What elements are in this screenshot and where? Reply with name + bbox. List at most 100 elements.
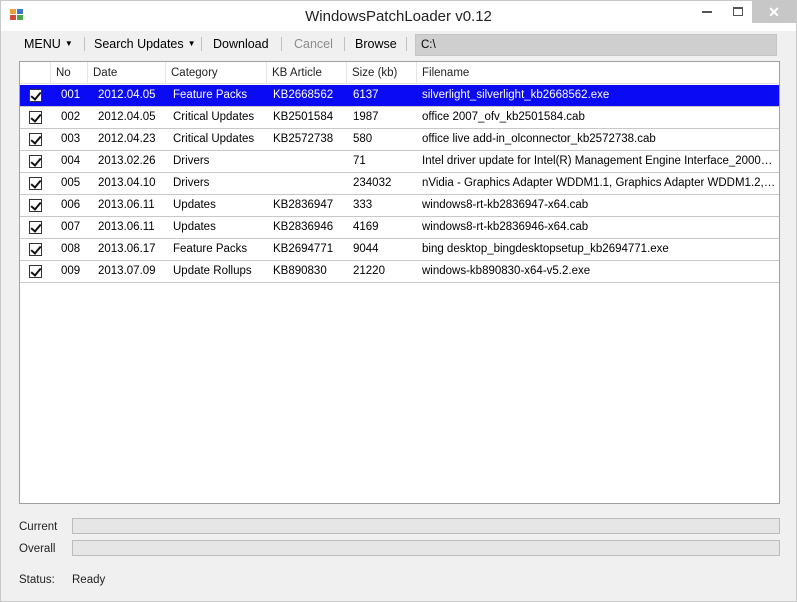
column-size[interactable]: Size (kb) [347, 62, 417, 84]
row-checkbox[interactable] [29, 265, 42, 278]
cell-kb: KB2501584 [273, 111, 334, 123]
current-label: Current [19, 521, 58, 533]
row-checkbox[interactable] [29, 111, 42, 124]
cell-no: 004 [61, 155, 81, 167]
path-field[interactable]: C:\ [415, 34, 777, 56]
cell-size: 580 [353, 133, 373, 145]
cell-filename: office live add-in_olconnector_kb2572738… [422, 133, 656, 145]
cell-kb [268, 151, 347, 172]
column-no[interactable]: No [51, 62, 88, 84]
menu-separator [406, 37, 407, 51]
cell-category: Critical Updates [173, 111, 255, 123]
column-filename[interactable]: Filename [417, 62, 779, 84]
table-row[interactable]: 003 2012.04.23 Critical Updates KB2572738 58… [20, 129, 779, 151]
search-updates-label: Search Updates [94, 37, 184, 51]
cell-no: 008 [61, 243, 81, 255]
cell-category: Updates [173, 199, 216, 211]
close-icon: ✕ [768, 4, 780, 20]
row-checkbox[interactable] [29, 177, 42, 190]
cell-category: Update Rollups [173, 265, 252, 277]
column-kb-article[interactable]: KB Article [267, 62, 347, 84]
row-checkbox[interactable] [29, 243, 42, 256]
chevron-down-icon: ▼ [187, 39, 196, 48]
cell-size: 4169 [353, 221, 379, 233]
cell-date: 2013.06.11 [98, 221, 155, 233]
row-checkbox[interactable] [29, 155, 42, 168]
cell-category: Drivers [173, 155, 210, 167]
cell-kb: KB2836946 [273, 221, 334, 233]
table-row[interactable]: 008 2013.06.17 Feature Packs KB2694771 9044 b… [20, 239, 779, 261]
list-rows: 001 2012.04.05 Feature Packs KB2668562 6137 s… [20, 85, 779, 283]
column-date[interactable]: Date [88, 62, 166, 84]
column-checkbox[interactable] [20, 62, 51, 84]
cell-filename: bing desktop_bingdesktopsetup_kb2694771.… [422, 243, 669, 255]
cell-no: 003 [61, 133, 81, 145]
cell-kb: KB2836947 [273, 199, 334, 211]
close-button[interactable]: ✕ [752, 1, 796, 23]
cell-no: 006 [61, 199, 81, 211]
cell-no: 007 [61, 221, 81, 233]
table-row[interactable]: 006 2013.06.11 Updates KB2836947 333 windows8… [20, 195, 779, 217]
cell-date: 2012.04.05 [98, 89, 156, 101]
table-row[interactable]: 002 2012.04.05 Critical Updates KB2501584 19… [20, 107, 779, 129]
row-checkbox[interactable] [29, 199, 42, 212]
table-row[interactable]: 007 2013.06.11 Updates KB2836946 4169 windows… [20, 217, 779, 239]
maximize-button[interactable] [724, 1, 752, 23]
menu-dropdown[interactable]: MENU ▼ [24, 36, 73, 54]
table-row[interactable]: 001 2012.04.05 Feature Packs KB2668562 6137 s… [20, 85, 779, 107]
cell-no: 001 [61, 89, 81, 101]
title-bar: WindowsPatchLoader v0.12 ✕ [1, 1, 796, 31]
main-window: WindowsPatchLoader v0.12 ✕ MENU ▼ Search … [0, 0, 797, 602]
cell-filename: windows8-rt-kb2836946-x64.cab [422, 221, 589, 233]
cell-kb [268, 173, 347, 194]
browse-button[interactable]: Browse [355, 36, 397, 54]
cell-category: Updates [173, 221, 216, 233]
overall-label: Overall [19, 543, 56, 555]
cell-filename: windows-kb890830-x64-v5.2.exe [422, 265, 591, 277]
list-header: No Date Category KB Article Size (kb) Fi… [20, 62, 779, 84]
menu-separator [84, 37, 85, 51]
cancel-button[interactable]: Cancel [294, 36, 333, 54]
overall-progress-bar [72, 540, 780, 556]
cell-no: 002 [61, 111, 81, 123]
menu-separator [281, 37, 282, 51]
row-checkbox[interactable] [29, 89, 42, 102]
cell-filename: windows8-rt-kb2836947-x64.cab [422, 199, 589, 211]
cell-filename: Intel driver update for Intel(R) Managem… [422, 155, 777, 167]
table-row[interactable]: 009 2013.07.09 Update Rollups KB890830 21220… [20, 261, 779, 283]
search-updates-dropdown[interactable]: Search Updates ▼ [94, 36, 196, 54]
row-checkbox[interactable] [29, 221, 42, 234]
status-value: Ready [72, 574, 106, 586]
row-checkbox[interactable] [29, 133, 42, 146]
cell-kb: KB2572738 [273, 133, 334, 145]
maximize-icon [733, 6, 743, 16]
cell-size: 6137 [353, 89, 379, 101]
cell-filename: nVidia - Graphics Adapter WDDM1.1, Graph… [422, 177, 777, 189]
window-title: WindowsPatchLoader v0.12 [305, 8, 492, 25]
cell-size: 71 [353, 155, 366, 167]
menu-label: MENU [24, 37, 61, 51]
cell-category: Critical Updates [173, 133, 255, 145]
status-label: Status: [19, 574, 55, 586]
minimize-icon [702, 10, 712, 13]
cell-size: 21220 [353, 265, 385, 277]
table-row[interactable]: 005 2013.04.10 Drivers 234032 nVidia - Graph… [20, 173, 779, 195]
chevron-down-icon: ▼ [64, 39, 73, 48]
table-row[interactable]: 004 2013.02.26 Drivers 71 Intel driver updat… [20, 151, 779, 173]
column-category[interactable]: Category [166, 62, 267, 84]
cell-category: Drivers [173, 177, 210, 189]
updates-list[interactable]: No Date Category KB Article Size (kb) Fi… [19, 61, 780, 504]
cell-size: 9044 [353, 243, 379, 255]
cell-date: 2013.07.09 [98, 265, 156, 277]
cell-date: 2013.04.10 [98, 177, 156, 189]
cell-size: 333 [353, 199, 373, 211]
minimize-button[interactable] [690, 1, 724, 23]
cell-date: 2012.04.05 [98, 111, 156, 123]
download-button[interactable]: Download [213, 36, 269, 54]
cell-category: Feature Packs [173, 89, 248, 101]
cell-date: 2013.02.26 [98, 155, 156, 167]
current-progress-bar [72, 518, 780, 534]
cell-size: 1987 [353, 111, 379, 123]
cell-date: 2013.06.11 [98, 199, 155, 211]
cell-date: 2012.04.23 [98, 133, 156, 145]
